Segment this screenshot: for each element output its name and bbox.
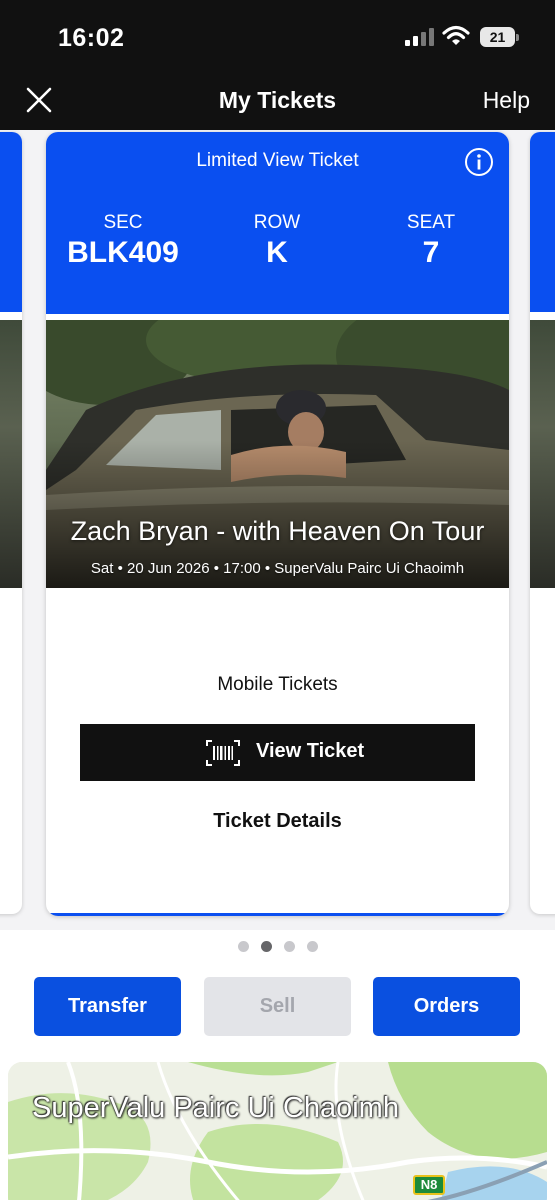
ticket-details-link[interactable]: Ticket Details xyxy=(46,810,509,833)
section-label: SEC xyxy=(103,212,143,233)
delivery-method-label: Mobile Tickets xyxy=(217,674,338,695)
ticket-carousel[interactable]: Limited View Ticket SEC BLK409 ROW K SEA… xyxy=(0,130,555,930)
page-title: My Tickets xyxy=(218,87,337,113)
page-dot[interactable] xyxy=(306,941,318,952)
info-icon xyxy=(465,148,493,176)
info-button[interactable] xyxy=(464,147,494,177)
seat-value: 7 xyxy=(422,236,440,269)
section-column: SEC BLK409 xyxy=(48,212,198,270)
row-value: K xyxy=(266,236,288,269)
signal-icon xyxy=(405,28,435,46)
venue-name: SuperValu Pairc Ui Chaoimh xyxy=(32,1092,399,1124)
wifi-icon xyxy=(442,25,470,45)
page-dot[interactable] xyxy=(237,941,249,952)
previous-ticket-card[interactable] xyxy=(0,132,22,914)
sell-button[interactable]: Sell xyxy=(204,977,351,1036)
seat-label: SEAT xyxy=(406,212,456,233)
transfer-button[interactable]: Transfer xyxy=(34,977,181,1036)
row-column: ROW K xyxy=(202,212,352,270)
event-name: Zach Bryan - with Heaven On Tour xyxy=(70,516,485,546)
battery-icon: 21 xyxy=(480,27,519,47)
venue-map[interactable]: SuperValu Pairc Ui Chaoimh N8 xyxy=(8,1062,547,1200)
event-meta: Sat • 20 Jun 2026 • 17:00 • SuperValu Pa… xyxy=(90,560,465,577)
page-dot[interactable] xyxy=(283,941,295,952)
page-dot-active[interactable] xyxy=(260,941,272,952)
status-bar: 16:02 21 xyxy=(0,0,555,75)
barcode-icon xyxy=(206,740,240,766)
section-value: BLK409 xyxy=(67,236,179,269)
ticket-actions: Transfer Sell Orders xyxy=(0,977,555,1037)
status-time: 16:02 xyxy=(58,24,125,52)
battery-level: 21 xyxy=(489,29,506,45)
event-image: Zach Bryan - with Heaven On Tour Sat • 2… xyxy=(46,320,509,588)
road-badge: N8 xyxy=(413,1175,445,1195)
next-ticket-card[interactable] xyxy=(530,132,555,914)
orders-button[interactable]: Orders xyxy=(373,977,520,1036)
view-ticket-label: View Ticket xyxy=(256,740,365,762)
carousel-pagination xyxy=(0,939,555,957)
ticket-type-label: Limited View Ticket xyxy=(196,150,359,171)
ticket-card: Limited View Ticket SEC BLK409 ROW K SEA… xyxy=(46,132,509,916)
view-ticket-button[interactable]: View Ticket xyxy=(80,724,475,781)
nav-bar: My Tickets Help xyxy=(0,75,555,130)
help-button[interactable]: Help xyxy=(483,87,530,114)
seat-column: SEAT 7 xyxy=(356,212,506,270)
row-label: ROW xyxy=(253,212,301,233)
card-bottom-accent xyxy=(46,913,509,916)
ticket-header: Limited View Ticket SEC BLK409 ROW K SEA… xyxy=(46,132,509,314)
